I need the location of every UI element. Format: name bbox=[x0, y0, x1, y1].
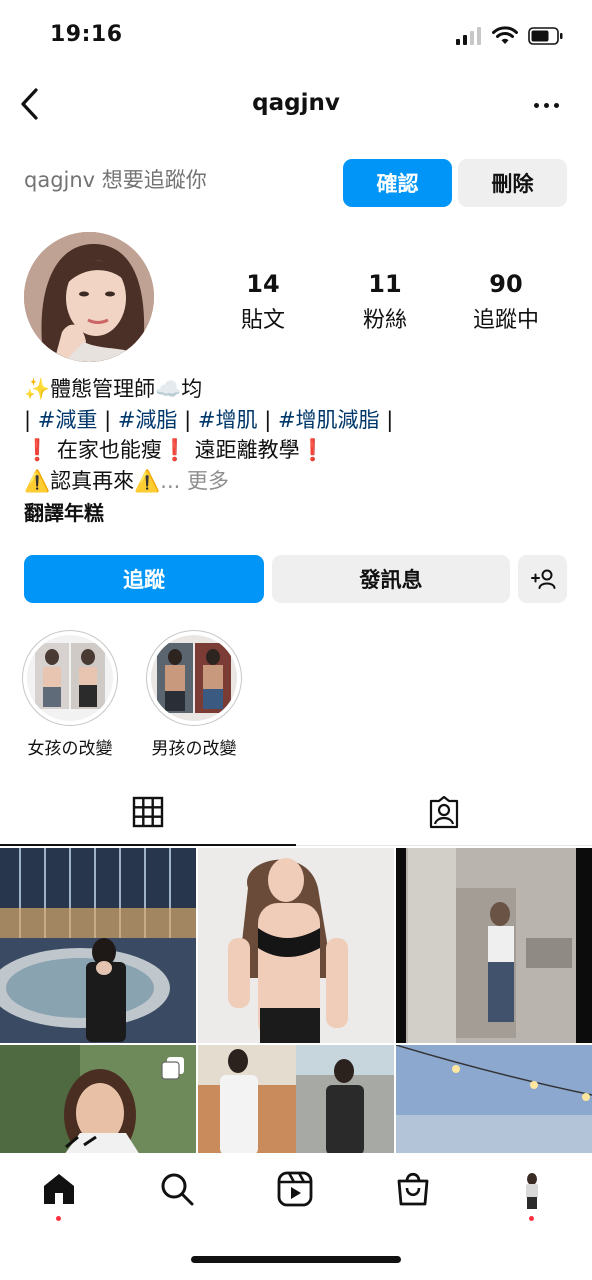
hashtag-link[interactable]: #減重 bbox=[38, 408, 98, 432]
hashtag-link[interactable]: #減脂 bbox=[118, 408, 178, 432]
stat-followers-value: 11 bbox=[368, 270, 402, 298]
tab-posts-grid[interactable] bbox=[0, 780, 296, 846]
home-icon bbox=[44, 1174, 74, 1204]
bio-line-1: ✨體態管理師☁️均 bbox=[24, 377, 203, 401]
stat-posts-value: 14 bbox=[246, 270, 280, 298]
nav-home[interactable] bbox=[34, 1171, 84, 1221]
confirm-button[interactable]: 確認 bbox=[343, 159, 452, 207]
post-thumbnail[interactable] bbox=[396, 1045, 592, 1153]
bio-hashtags: | #減重 | #減脂 | #增肌 | #增肌減脂 | bbox=[24, 407, 394, 432]
notification-dot bbox=[56, 1216, 61, 1221]
stat-followers-label: 粉絲 bbox=[362, 308, 407, 333]
multiple-posts-icon bbox=[161, 1057, 184, 1080]
nav-search[interactable] bbox=[152, 1171, 202, 1221]
nav-profile[interactable] bbox=[507, 1171, 557, 1221]
nav-shop[interactable] bbox=[388, 1171, 438, 1221]
follow-request-banner: qagjnv 想要追蹤你 確認 刪除 bbox=[0, 158, 592, 208]
profile-avatar bbox=[514, 1171, 550, 1209]
nav-reels[interactable] bbox=[270, 1171, 320, 1221]
highlight-label: 男孩の改變 bbox=[151, 739, 237, 759]
translate-link[interactable]: 翻譯年糕 bbox=[24, 498, 584, 529]
battery-icon bbox=[528, 27, 563, 45]
notification-dot bbox=[529, 1216, 534, 1221]
status-icons bbox=[456, 26, 564, 46]
stat-followers[interactable]: 11 粉絲 bbox=[330, 270, 440, 334]
follow-request-text: qagjnv 想要追蹤你 bbox=[24, 168, 207, 192]
stat-posts[interactable]: 14 貼文 bbox=[208, 270, 318, 334]
highlight-item[interactable]: 女孩の改變 bbox=[15, 630, 125, 759]
hashtag-link[interactable]: #增肌 bbox=[198, 408, 258, 432]
story-highlights: 女孩の改變 男孩の改變 bbox=[0, 630, 592, 760]
posts-grid bbox=[0, 848, 592, 1153]
more-options-button[interactable] bbox=[526, 90, 566, 120]
status-time: 19:16 bbox=[50, 22, 123, 47]
grid-icon bbox=[132, 796, 164, 828]
stat-following-value: 90 bbox=[489, 270, 523, 298]
wifi-icon bbox=[492, 26, 518, 44]
post-thumbnail[interactable] bbox=[198, 848, 394, 1043]
bio-line-3: ❗ 在家也能瘦❗ 遠距離教學❗ bbox=[24, 438, 326, 462]
signal-icon bbox=[456, 27, 481, 45]
profile-header: qagjnv bbox=[0, 76, 592, 136]
more-horizontal-icon bbox=[533, 102, 539, 108]
profile-summary: 14 貼文 11 粉絲 90 追蹤中 bbox=[0, 232, 592, 364]
home-indicator bbox=[191, 1256, 401, 1263]
tab-tagged[interactable] bbox=[296, 780, 592, 846]
delete-button[interactable]: 刪除 bbox=[458, 159, 567, 207]
add-user-icon bbox=[530, 569, 555, 589]
highlight-cover bbox=[151, 635, 237, 721]
message-button[interactable]: 發訊息 bbox=[272, 555, 510, 603]
stat-posts-label: 貼文 bbox=[240, 308, 285, 333]
stat-following-label: 追蹤中 bbox=[472, 308, 539, 333]
profile-tabs bbox=[0, 780, 592, 846]
post-thumbnail[interactable] bbox=[198, 1045, 394, 1153]
profile-bio: ✨體態管理師☁️均 | #減重 | #減脂 | #增肌 | #增肌減脂 | ❗ … bbox=[24, 374, 584, 529]
tagged-icon bbox=[429, 796, 459, 829]
highlight-item[interactable]: 男孩の改變 bbox=[139, 630, 249, 759]
stat-following[interactable]: 90 追蹤中 bbox=[451, 270, 561, 334]
profile-avatar[interactable] bbox=[24, 232, 154, 362]
bottom-tab-bar bbox=[0, 1153, 592, 1233]
post-thumbnail[interactable] bbox=[0, 1045, 196, 1153]
highlight-cover bbox=[27, 635, 113, 721]
suggested-users-button[interactable] bbox=[518, 555, 567, 603]
username-title: qagjnv bbox=[252, 90, 340, 116]
reels-icon bbox=[277, 1171, 313, 1207]
post-thumbnail[interactable] bbox=[0, 848, 196, 1043]
shop-icon bbox=[397, 1172, 429, 1206]
search-icon bbox=[161, 1173, 194, 1206]
hashtag-link[interactable]: #增肌減脂 bbox=[278, 408, 380, 432]
bio-more-link[interactable]: ... 更多 bbox=[160, 469, 229, 493]
highlight-label: 女孩の改變 bbox=[27, 739, 113, 759]
follow-button[interactable]: 追蹤 bbox=[24, 555, 264, 603]
post-thumbnail[interactable] bbox=[396, 848, 592, 1043]
bio-line-4: ⚠️認真再來⚠️... 更多 bbox=[24, 468, 229, 493]
status-bar: 19:16 bbox=[0, 0, 592, 70]
profile-actions: 追蹤 發訊息 bbox=[0, 555, 592, 605]
